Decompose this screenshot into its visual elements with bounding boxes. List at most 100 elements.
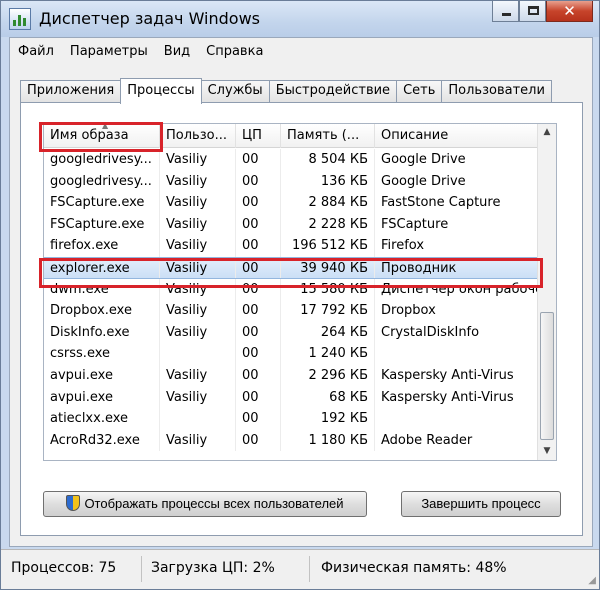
table-row[interactable]: FSCapture.exe Vasiliy 00 2 884 КБ FastStone … <box>44 192 538 214</box>
process-cpu: 00 <box>236 429 281 452</box>
task-manager-icon <box>9 8 31 30</box>
vertical-scrollbar[interactable]: ▲ ▼ <box>537 124 556 460</box>
table-row[interactable]: googledrivesy... Vasiliy 00 136 КБ Google Dr… <box>44 170 538 193</box>
table-row[interactable]: csrss.exe 00 1 240 КБ <box>44 343 538 365</box>
process-memory: 2 228 КБ <box>281 213 375 236</box>
tab-processes[interactable]: Процессы <box>120 78 202 104</box>
table-row[interactable]: dwm.exe Vasiliy 00 15 580 КБ Диспетчер окон … <box>44 278 538 301</box>
client-area: Файл Параметры Вид Справка Приложения Пр… <box>9 37 593 547</box>
window-title: Диспетчер задач Windows <box>39 9 260 28</box>
column-image-name-label: Имя образа <box>50 128 129 143</box>
tab-applications[interactable]: Приложения <box>20 80 122 102</box>
process-memory: 68 КБ <box>281 386 375 409</box>
column-user[interactable]: Пользо... <box>160 124 236 148</box>
maximize-icon <box>528 6 539 15</box>
process-memory: 192 КБ <box>281 408 375 430</box>
tab-users[interactable]: Пользователи <box>441 80 552 102</box>
end-process-button[interactable]: Завершить процесс <box>401 491 561 517</box>
status-process-count: Процессов: 75 <box>11 560 117 576</box>
table-row[interactable]: googledrivesy... Vasiliy 00 8 504 КБ Google … <box>44 149 538 171</box>
process-memory: 1 240 КБ <box>281 343 375 365</box>
scroll-down-icon[interactable]: ▼ <box>538 443 556 460</box>
process-name: atieclxx.exe <box>44 408 160 430</box>
table-row[interactable]: atieclxx.exe 00 192 КБ <box>44 408 538 430</box>
process-cpu: 00 <box>236 343 281 365</box>
process-user: Vasiliy <box>160 429 236 452</box>
process-memory: 136 КБ <box>281 170 375 193</box>
process-description: Kaspersky Anti-Virus <box>381 367 514 383</box>
process-cpu: 00 <box>236 192 281 214</box>
status-separator <box>309 556 310 582</box>
task-manager-window: Диспетчер задач Windows ✕ Файл Параметры… <box>0 0 600 590</box>
process-name: googledrivesy... <box>44 149 160 171</box>
column-cpu[interactable]: ЦП <box>236 124 281 148</box>
process-memory: 15 580 КБ <box>281 278 375 301</box>
process-cpu: 00 <box>236 170 281 193</box>
process-user <box>160 343 236 365</box>
process-name: csrss.exe <box>44 343 160 365</box>
process-cpu: 00 <box>236 386 281 409</box>
menu-view[interactable]: Вид <box>164 44 190 59</box>
sort-arrow-icon: ▲ <box>102 124 109 130</box>
process-cpu: 00 <box>236 364 281 387</box>
uac-shield-icon <box>66 495 81 511</box>
process-name: Dropbox.exe <box>44 300 160 322</box>
title-bar[interactable]: Диспетчер задач Windows ✕ <box>1 1 599 37</box>
table-row[interactable]: Dropbox.exe Vasiliy 00 17 792 КБ Dropbox <box>44 300 538 322</box>
process-user: Vasiliy <box>160 170 236 193</box>
process-cpu: 00 <box>236 321 281 344</box>
process-cpu: 00 <box>236 300 281 322</box>
process-description: Kaspersky Anti-Virus <box>381 389 514 405</box>
process-description: Google Drive <box>381 173 466 189</box>
process-cpu: 00 <box>236 235 281 257</box>
status-bar: Процессов: 75 Загрузка ЦП: 2% Физическая… <box>1 549 599 589</box>
process-name: googledrivesy... <box>44 170 160 193</box>
process-name: FSCapture.exe <box>44 213 160 236</box>
menu-help[interactable]: Справка <box>206 44 263 59</box>
process-cpu: 00 <box>236 278 281 301</box>
process-name: dwm.exe <box>44 278 160 301</box>
process-description: CrystalDiskInfo <box>381 324 480 340</box>
column-memory[interactable]: Память (... <box>281 124 375 148</box>
tab-strip: Приложения Процессы Службы Быстродействи… <box>20 78 552 104</box>
table-row[interactable]: avpui.exe Vasiliy 00 68 КБ Kaspersky Anti-Vi… <box>44 386 538 409</box>
process-list[interactable]: ▲ Имя образа Пользо... ЦП Память (... Оп… <box>43 123 557 461</box>
process-memory: 2 296 КБ <box>281 364 375 387</box>
close-button[interactable]: ✕ <box>546 1 593 22</box>
process-memory: 1 180 КБ <box>281 429 375 452</box>
menu-file[interactable]: Файл <box>18 44 54 59</box>
process-description <box>375 408 538 430</box>
process-description: Dropbox <box>381 303 436 319</box>
menu-options[interactable]: Параметры <box>70 44 148 59</box>
show-all-users-processes-button[interactable]: Отображать процессы всех пользователей <box>43 491 367 517</box>
process-user <box>160 408 236 430</box>
process-memory: 39 940 КБ <box>281 257 375 278</box>
column-description[interactable]: Описание <box>375 124 538 148</box>
process-cpu: 00 <box>236 213 281 236</box>
table-row[interactable]: firefox.exe Vasiliy 00 196 512 КБ Firefox <box>44 235 538 257</box>
tab-performance[interactable]: Быстродействие <box>268 80 398 102</box>
scrollbar-thumb[interactable] <box>540 312 554 440</box>
process-user: Vasiliy <box>160 235 236 257</box>
minimize-button[interactable] <box>492 1 519 22</box>
status-physical-memory: Физическая память: 48% <box>321 560 507 576</box>
maximize-button[interactable] <box>519 1 546 22</box>
table-row[interactable]: DiskInfo.exe Vasiliy 00 264 КБ CrystalDiskIn… <box>44 321 538 344</box>
table-row[interactable]: avpui.exe Vasiliy 00 2 296 КБ Kaspersky Anti… <box>44 364 538 387</box>
tab-services[interactable]: Службы <box>200 80 270 102</box>
process-description: Диспетчер окон рабочего стола <box>381 281 538 297</box>
size-grip-icon[interactable]: ◢ <box>588 575 596 586</box>
processes-panel: ▲ Имя образа Пользо... ЦП Память (... Оп… <box>20 102 583 536</box>
process-memory: 264 КБ <box>281 321 375 344</box>
process-memory: 2 884 КБ <box>281 192 375 214</box>
process-description: Firefox <box>381 238 425 254</box>
process-name: firefox.exe <box>44 235 160 257</box>
tab-network[interactable]: Сеть <box>396 80 443 102</box>
column-image-name[interactable]: ▲ Имя образа <box>44 124 160 148</box>
table-row-selected[interactable]: explorer.exe Vasiliy 00 39 940 КБ Проводник <box>44 256 538 279</box>
table-row[interactable]: FSCapture.exe Vasiliy 00 2 228 КБ FSCapture <box>44 213 538 236</box>
process-name: explorer.exe <box>44 257 160 278</box>
table-row[interactable]: AcroRd32.exe Vasiliy 00 1 180 КБ Adobe Reade… <box>44 429 538 452</box>
process-description: FastStone Capture <box>381 195 501 211</box>
scroll-up-icon[interactable]: ▲ <box>538 124 556 141</box>
